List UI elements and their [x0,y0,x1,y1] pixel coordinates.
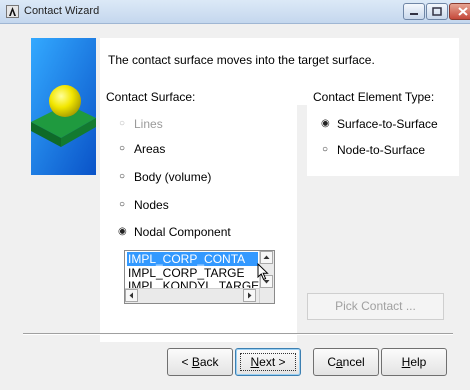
description-text: The contact surface moves into the targe… [108,53,375,67]
radio-label: Lines [134,117,163,131]
minimize-icon [410,13,418,15]
arrow-right-icon [248,292,252,299]
back-button[interactable]: < Back [167,348,233,376]
horizontal-scrollbar[interactable] [125,288,259,303]
focus-rectangle [240,353,296,371]
radio-lines[interactable]: ○ Lines [118,116,163,132]
button-label: < Back [181,355,219,369]
list-item[interactable]: IMPL_CORP_CONTA [127,252,258,266]
radio-nodal-component[interactable]: ◉ Nodal Component [118,224,231,240]
radio-label: Body (volume) [134,170,212,184]
radio-areas[interactable]: ○ Areas [118,141,165,157]
separator [23,333,453,335]
radio-indicator: ◉ [118,226,127,237]
dialog-client-area: The contact surface moves into the targe… [0,24,470,390]
title-bar: Contact Wizard [0,0,470,24]
cancel-button[interactable]: Cancel [313,348,379,376]
mouse-pointer-icon [257,263,269,281]
radio-label: Nodes [134,198,169,212]
radio-indicator: ○ [118,118,126,129]
arrow-left-icon [129,292,133,299]
list-item[interactable]: IMPL_CORP_TARGE [127,266,244,280]
radio-indicator: ○ [118,143,126,154]
scroll-right-button[interactable] [243,289,256,302]
radio-body-volume[interactable]: ○ Body (volume) [118,169,211,185]
radio-label: Node-to-Surface [337,143,426,157]
radio-indicator: ○ [321,144,329,155]
maximize-button[interactable] [426,3,448,20]
app-logo-icon [6,5,19,18]
minimize-button[interactable] [403,3,425,20]
close-button[interactable] [449,3,470,20]
element-type-label: Contact Element Type: [313,90,435,104]
help-button[interactable]: Help [381,348,447,376]
button-label: Cancel [327,355,365,369]
radio-indicator: ◉ [321,118,330,129]
close-icon [458,7,468,16]
button-label: Help [401,355,427,369]
component-listbox[interactable]: IMPL_CORP_CONTA IMPL_CORP_TARGE IMPL_KON… [124,250,275,304]
scroll-left-button[interactable] [125,289,138,302]
radio-label: Nodal Component [134,225,231,239]
next-button[interactable]: Next > [235,348,301,376]
element-type-group [307,104,459,176]
window-title: Contact Wizard [24,5,100,17]
contact-surface-group [100,104,297,342]
radio-node-to-surface[interactable]: ○ Node-to-Surface [321,142,425,158]
pick-contact-button[interactable]: Pick Contact ... [307,293,444,320]
contact-surface-label: Contact Surface: [106,90,196,104]
radio-indicator: ○ [118,199,126,210]
arrow-up-icon [263,255,270,259]
radio-surface-to-surface[interactable]: ◉ Surface-to-Surface [321,116,438,132]
radio-nodes[interactable]: ○ Nodes [118,197,169,213]
radio-label: Surface-to-Surface [337,117,438,131]
maximize-icon [432,7,442,16]
radio-label: Areas [134,142,166,156]
radio-indicator: ○ [118,171,126,182]
contact-illustration-icon [31,38,96,175]
